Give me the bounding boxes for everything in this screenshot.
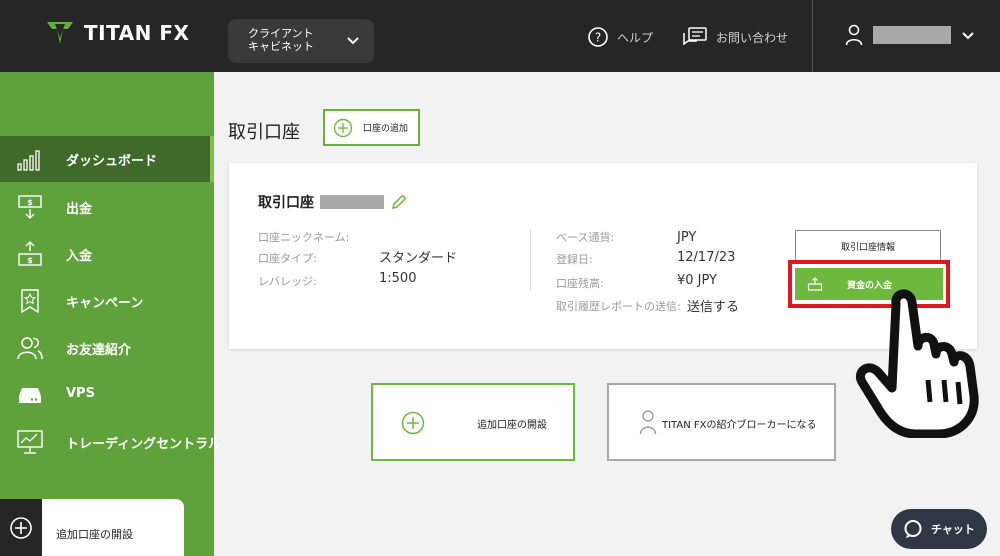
sidebar-item-dashboard[interactable]: ダッシュボード (0, 136, 214, 182)
chat-bubble-icon (904, 520, 922, 538)
help-link[interactable]: ? ヘルプ (587, 26, 653, 48)
add-account-label: 口座の追加 (363, 124, 409, 134)
plus-circle-icon (10, 516, 32, 539)
become-ib-card[interactable]: TITAN FXの紹介ブローカーになる (607, 383, 836, 461)
sidebar-item-trading-central[interactable]: トレーディングセントラル (0, 419, 221, 465)
card-divider (530, 230, 531, 290)
users-icon (17, 337, 43, 360)
balance-value: ¥0 JPY (677, 273, 718, 288)
open-additional-account-button[interactable]: 追加口座の開設 (0, 499, 184, 556)
account-type-value: スタンダード (379, 251, 458, 266)
sidebar-item-label: VPS (66, 386, 95, 401)
balance-label: 口座残高: (556, 277, 604, 290)
portal-switcher-label: クライアント キャビネット (248, 27, 314, 53)
open-additional-account-card-label: 追加口座の開設 (477, 420, 547, 431)
become-ib-label: TITAN FXの紹介ブローカーになる (662, 420, 817, 431)
help-circle-icon: ? (588, 27, 608, 47)
sidebar-item-label: 入金 (66, 249, 93, 264)
nickname-label: 口座ニックネーム: (258, 231, 350, 244)
top-header: TITAN FX クライアント キャビネット ? ヘルプ お問い合わせ (0, 0, 1000, 72)
chat-bubbles-icon (683, 27, 707, 46)
titan-fx-logo[interactable]: TITAN FX (46, 20, 189, 46)
user-icon (845, 24, 863, 46)
sidebar-item-campaign[interactable]: キャンペーン (0, 278, 214, 324)
account-info-button[interactable]: 取引口座情報 (795, 230, 941, 263)
titan-logo-icon (47, 22, 73, 44)
pointing-hand-icon (856, 289, 979, 438)
user-icon (639, 410, 657, 435)
chat-label: チャット (931, 523, 975, 536)
chevron-down-icon (347, 37, 359, 45)
account-menu[interactable] (845, 24, 975, 46)
server-icon (19, 388, 41, 403)
pencil-edit-icon[interactable] (390, 193, 408, 211)
sidebar-item-label: 出金 (66, 202, 93, 217)
help-label: ヘルプ (617, 30, 654, 45)
plus-box (0, 499, 42, 556)
sidebar-item-label: キャンペーン (66, 296, 144, 311)
base-currency-value: JPY (677, 230, 697, 245)
account-type-label: 口座タイプ: (258, 252, 317, 265)
sidebar-item-label: トレーディングセントラル (66, 437, 222, 452)
plus-circle-icon (333, 118, 353, 137)
star-badge-icon (21, 289, 39, 314)
svg-text:$: $ (27, 256, 33, 265)
portal-switcher[interactable]: クライアント キャビネット (228, 19, 374, 63)
deposit-icon (807, 277, 823, 291)
account-card-title-text: 取引口座 (258, 195, 314, 211)
sidebar-item-referral[interactable]: お友達紹介 (0, 325, 214, 371)
sidebar: ダッシュボード $ 出金 $ 入金 キャンペーン お友達紹介 VPS トレーディ… (0, 72, 221, 556)
logo-text: TITAN FX (84, 21, 190, 45)
sidebar-item-label: ダッシュボード (66, 154, 158, 169)
registered-date-value: 12/17/23 (677, 250, 736, 265)
report-label: 取引履歴レポートの送信: (556, 300, 681, 313)
account-card-title: 取引口座 (258, 192, 408, 212)
sidebar-item-vps[interactable]: VPS (0, 372, 214, 418)
svg-text:?: ? (595, 31, 601, 45)
report-value[interactable]: 送信する (687, 296, 739, 315)
page-title: 取引口座 (228, 122, 300, 143)
sidebar-item-deposit[interactable]: $ 入金 (0, 231, 214, 277)
leverage-label: レバレッジ: (258, 275, 317, 288)
svg-text:$: $ (27, 198, 33, 207)
sidebar-item-label: お友達紹介 (66, 343, 132, 358)
chevron-down-icon (962, 32, 974, 40)
leverage-value: 1:500 (379, 271, 417, 286)
contact-label: お問い合わせ (716, 30, 789, 45)
bar-chart-icon (17, 150, 40, 171)
open-additional-account-label: 追加口座の開設 (56, 528, 133, 541)
contact-link[interactable]: お問い合わせ (682, 26, 788, 48)
plus-circle-icon (401, 411, 425, 435)
open-additional-account-card[interactable]: 追加口座の開設 (371, 383, 575, 461)
sidebar-item-withdraw[interactable]: $ 出金 (0, 184, 214, 230)
masked-account-name (873, 26, 951, 44)
monitor-chart-icon (17, 430, 43, 454)
add-account-button[interactable]: 口座の追加 (323, 109, 420, 146)
masked-account-number (320, 195, 384, 209)
withdraw-icon: $ (18, 195, 42, 219)
registered-date-label: 登録日: (556, 253, 593, 266)
deposit-icon: $ (18, 241, 42, 266)
chat-button[interactable]: チャット (891, 509, 987, 549)
base-currency-label: ベース通貨: (556, 231, 615, 244)
header-divider (812, 0, 813, 72)
